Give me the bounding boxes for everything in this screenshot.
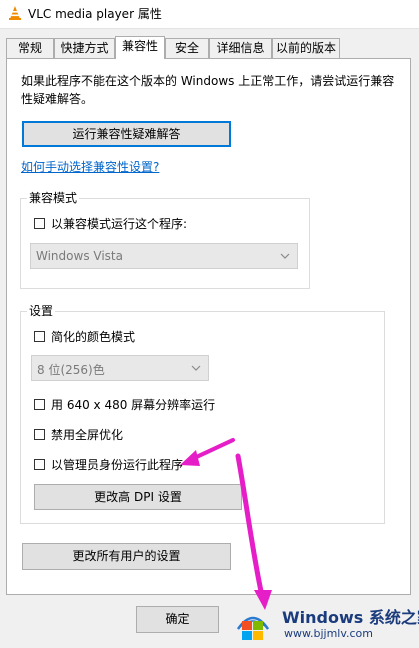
checkbox-icon[interactable] [34,399,45,410]
checkbox-icon[interactable] [34,429,45,440]
change-all-users-button[interactable]: 更改所有用户的设置 [22,543,231,570]
chevron-down-icon [280,253,290,259]
tab-strip: 常规 快捷方式 兼容性 安全 详细信息 以前的版本 [0,36,419,59]
reduced-color-label[interactable]: 简化的颜色模式 [51,329,135,345]
checkbox-icon[interactable] [34,218,45,229]
color-depth-select[interactable]: 8 位(256)色 [31,355,209,381]
compat-mode-group: 兼容模式 以兼容模式运行这个程序: Windows Vista [20,190,310,289]
run-as-admin-label[interactable]: 以管理员身份运行此程序 [51,457,183,473]
settings-group: 设置 简化的颜色模式 8 位(256)色 用 640 x 480 屏幕分辨率运行… [20,303,385,524]
manual-settings-link[interactable]: 如何手动选择兼容性设置? [21,158,159,175]
compat-os-value: Windows Vista [36,249,123,263]
tab-security[interactable]: 安全 [165,38,209,58]
resolution-label[interactable]: 用 640 x 480 屏幕分辨率运行 [51,397,215,413]
change-dpi-button[interactable]: 更改高 DPI 设置 [34,484,242,510]
compat-description: 如果此程序不能在这个版本的 Windows 上正常工作，请尝试运行兼容性疑难解答… [21,74,395,106]
compat-mode-legend: 兼容模式 [27,190,80,206]
chevron-down-icon [191,365,201,371]
watermark-url: www.bjjmlv.com [284,627,373,640]
tab-general[interactable]: 常规 [6,38,54,58]
checkbox-icon[interactable] [34,331,45,342]
tab-details[interactable]: 详细信息 [209,38,272,58]
tab-compatibility[interactable]: 兼容性 [115,36,165,59]
tab-previous-versions[interactable]: 以前的版本 [272,38,340,58]
compat-os-select[interactable]: Windows Vista [30,243,298,269]
compat-mode-label[interactable]: 以兼容模式运行这个程序: [51,216,187,232]
vlc-cone-icon [9,6,21,20]
compatibility-panel: 如果此程序不能在这个版本的 Windows 上正常工作，请尝试运行兼容性疑难解答… [6,58,411,595]
settings-legend: 设置 [27,303,56,319]
tab-shortcut[interactable]: 快捷方式 [54,38,115,58]
watermark-title: Windows 系统之家 [282,608,419,627]
windows-logo-icon [236,616,270,640]
checkbox-icon[interactable] [34,459,45,470]
run-troubleshooter-button[interactable]: 运行兼容性疑难解答 [22,121,231,147]
color-depth-value: 8 位(256)色 [37,363,105,377]
title-bar: VLC media player 属性 [0,0,419,29]
ok-button[interactable]: 确定 [136,606,219,633]
window-title: VLC media player 属性 [28,7,162,21]
fullscreen-opt-label[interactable]: 禁用全屏优化 [51,427,123,443]
